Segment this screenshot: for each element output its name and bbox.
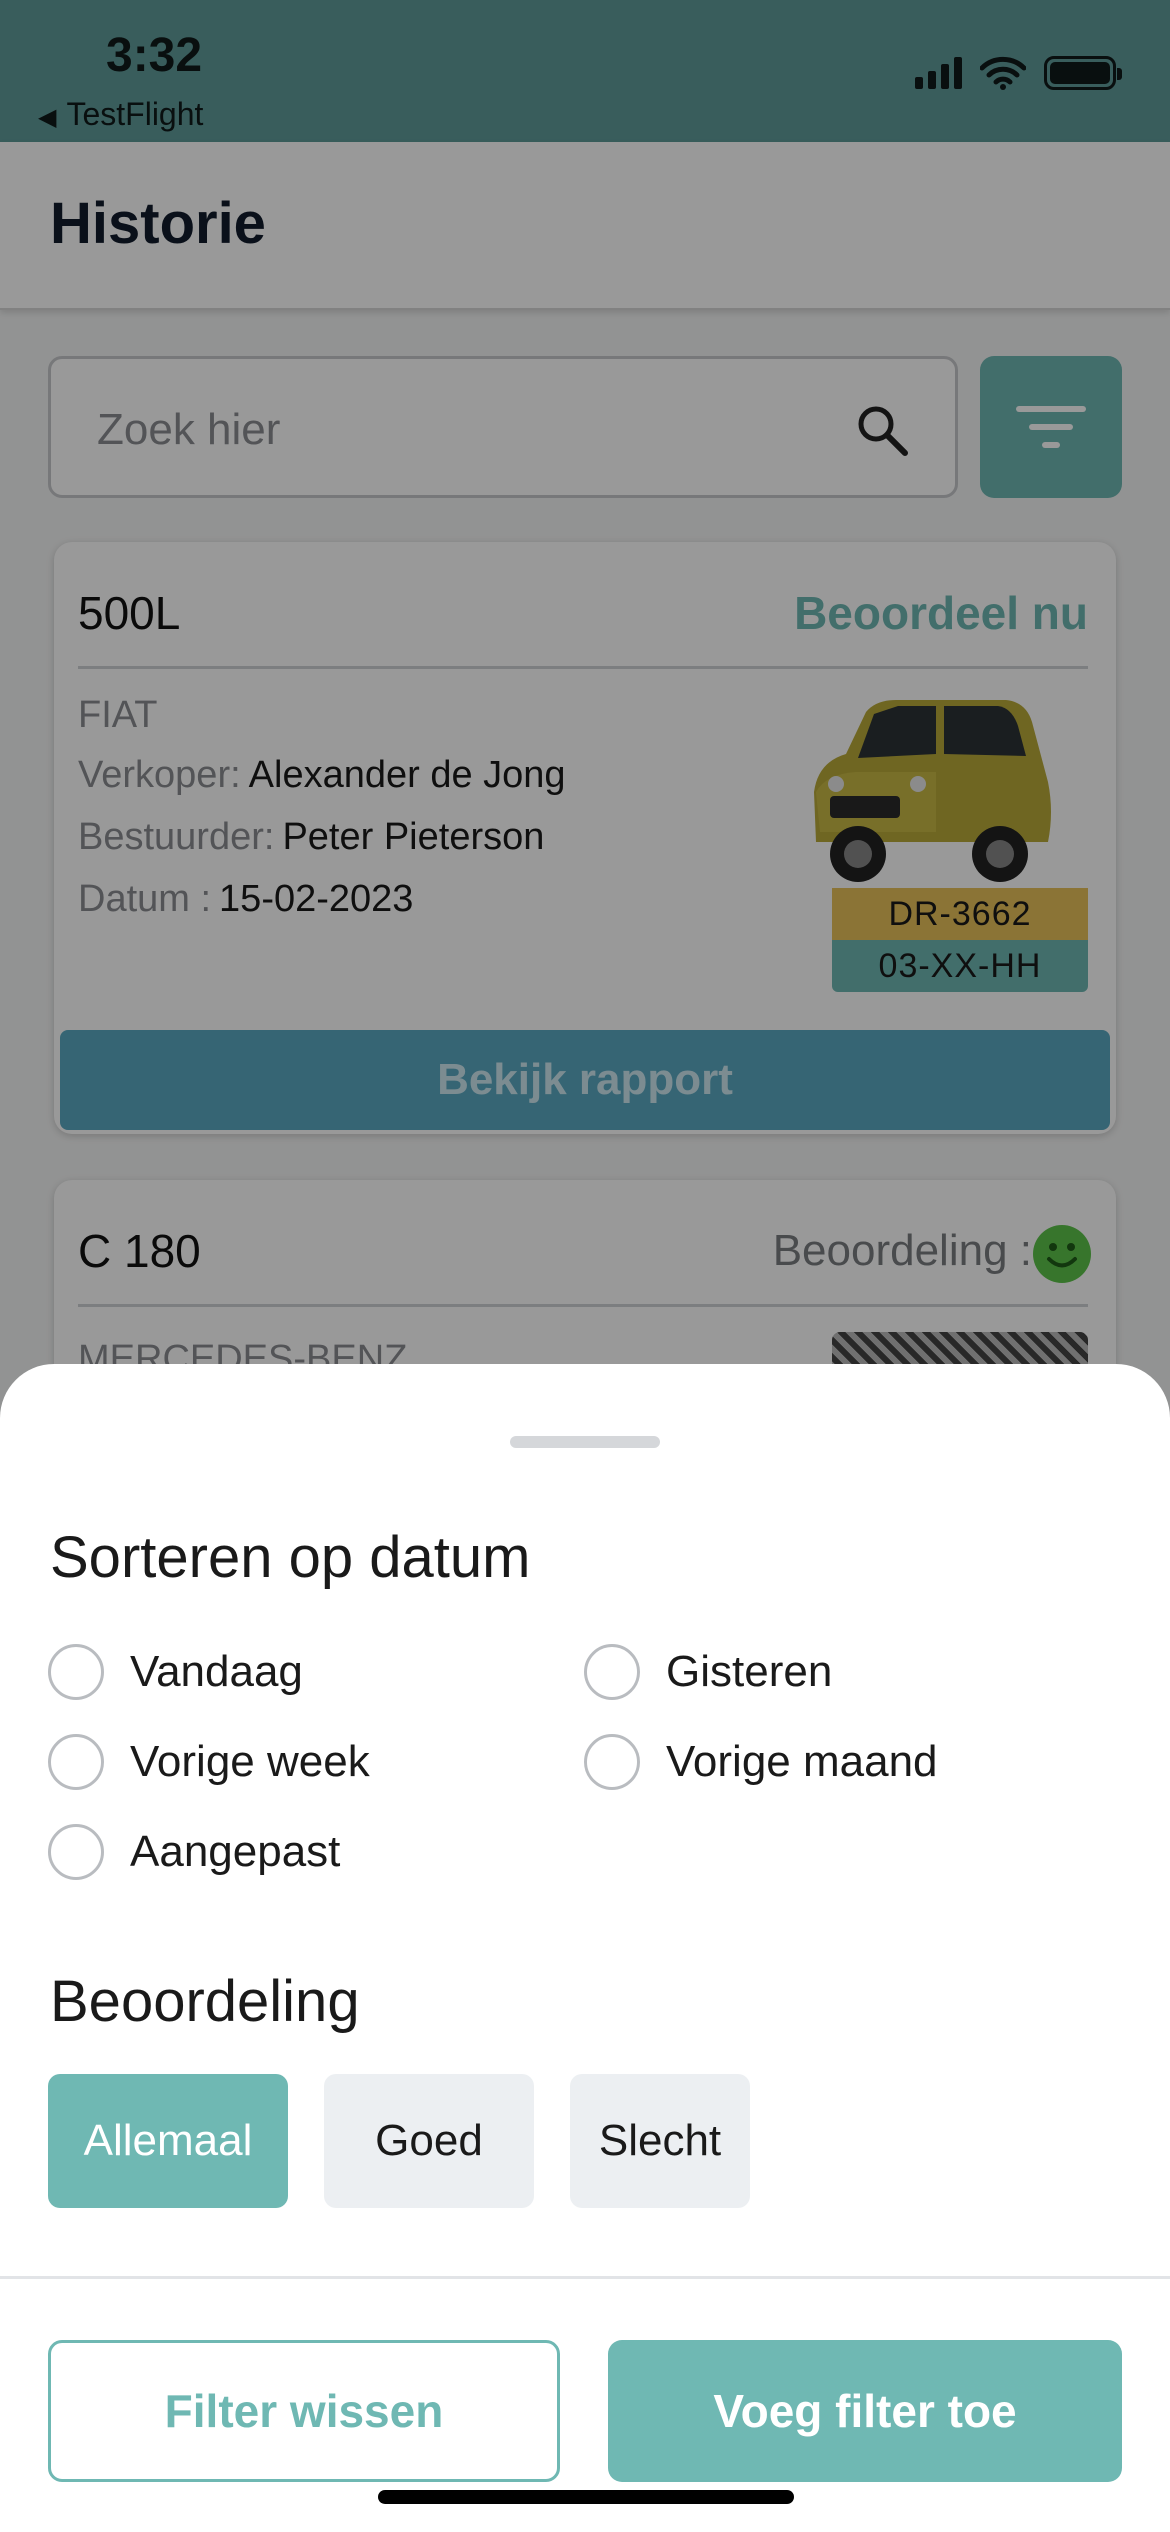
radio-custom[interactable]: Aangepast <box>48 1824 340 1880</box>
chip-good[interactable]: Goed <box>324 2074 534 2208</box>
radio-last-week[interactable]: Vorige week <box>48 1734 370 1790</box>
radio-yesterday[interactable]: Gisteren <box>584 1644 832 1700</box>
radio-last-month[interactable]: Vorige maand <box>584 1734 938 1790</box>
radio-label: Vorige maand <box>666 1737 938 1786</box>
chip-bad[interactable]: Slecht <box>570 2074 750 2208</box>
date-sort-title: Sorteren op datum <box>50 1525 531 1590</box>
chip-all[interactable]: Allemaal <box>48 2074 288 2208</box>
rating-filter-title: Beoordeling <box>50 1969 360 2034</box>
radio-label: Aangepast <box>130 1827 341 1876</box>
radio-label: Gisteren <box>666 1647 833 1696</box>
radio-today[interactable]: Vandaag <box>48 1644 303 1700</box>
radio-circle[interactable] <box>48 1824 104 1880</box>
sheet-grabber-handle[interactable] <box>510 1436 660 1448</box>
clear-filter-button[interactable]: Filter wissen <box>48 2340 560 2482</box>
radio-circle[interactable] <box>584 1734 640 1790</box>
filter-bottom-sheet: Sorteren op datum Vandaag Gisteren Vorig… <box>0 1364 1170 2532</box>
radio-circle[interactable] <box>48 1734 104 1790</box>
radio-label: Vorige week <box>130 1737 370 1786</box>
home-indicator[interactable] <box>378 2490 794 2504</box>
sheet-divider <box>0 2276 1170 2279</box>
radio-label: Vandaag <box>130 1647 303 1696</box>
radio-circle[interactable] <box>584 1644 640 1700</box>
apply-filter-button[interactable]: Voeg filter toe <box>608 2340 1122 2482</box>
radio-circle[interactable] <box>48 1644 104 1700</box>
